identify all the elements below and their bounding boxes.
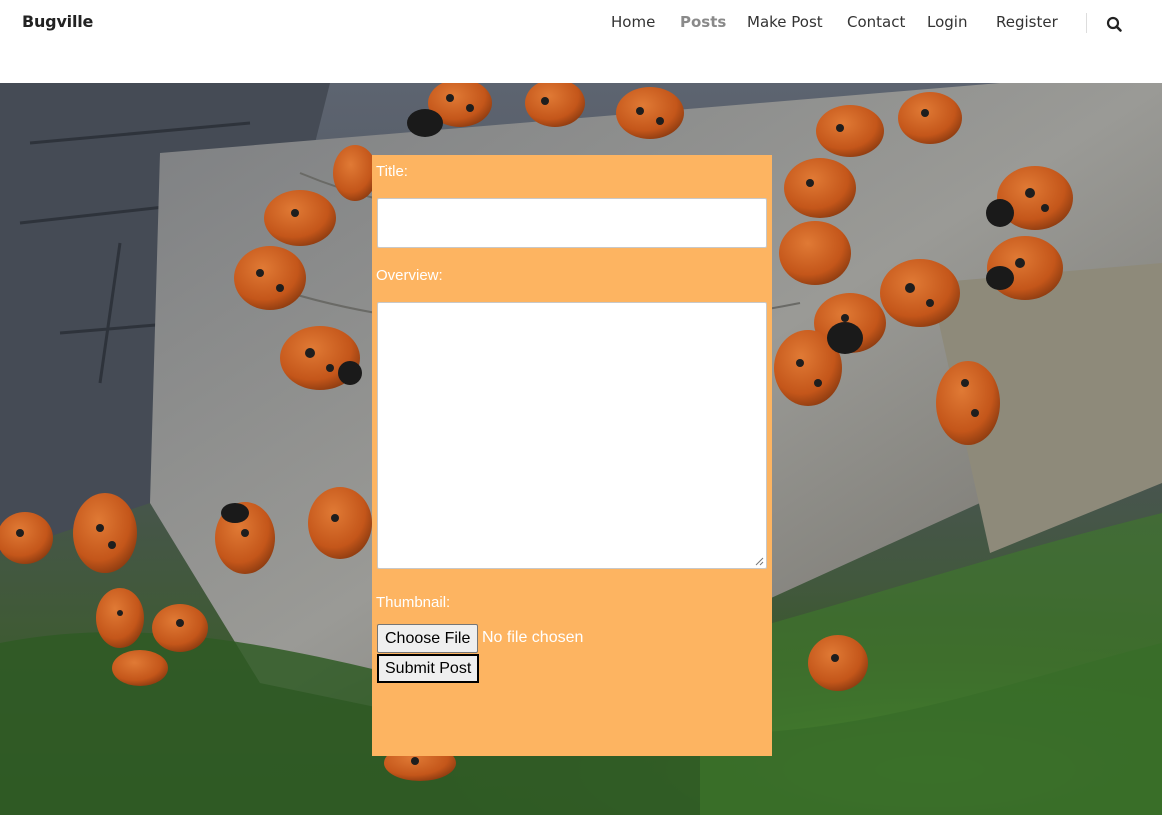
brand-logo[interactable]: Bugville [22, 12, 93, 31]
nav-divider [1086, 13, 1087, 33]
nav-make-post[interactable]: Make Post [747, 13, 823, 31]
overview-label: Overview: [376, 267, 443, 284]
overview-textarea[interactable] [377, 302, 767, 569]
title-input[interactable] [377, 198, 767, 248]
search-icon[interactable] [1105, 15, 1125, 35]
choose-file-button[interactable]: Choose File [377, 624, 479, 653]
top-navbar: Bugville Home Posts Make Post Contact Lo… [0, 0, 1162, 83]
title-label: Title: [376, 163, 408, 180]
no-file-text: No file chosen [482, 629, 584, 646]
nav-register[interactable]: Register [996, 13, 1058, 31]
nav-posts[interactable]: Posts [680, 13, 726, 31]
nav-home[interactable]: Home [611, 13, 655, 31]
make-post-form: Title: Overview: Thumbnail: Choose File … [372, 155, 772, 756]
nav-login[interactable]: Login [927, 13, 967, 31]
nav-contact[interactable]: Contact [847, 13, 905, 31]
submit-post-button[interactable]: Submit Post [377, 654, 480, 683]
resize-grip-icon[interactable] [755, 557, 764, 566]
thumbnail-label: Thumbnail: [376, 594, 451, 611]
